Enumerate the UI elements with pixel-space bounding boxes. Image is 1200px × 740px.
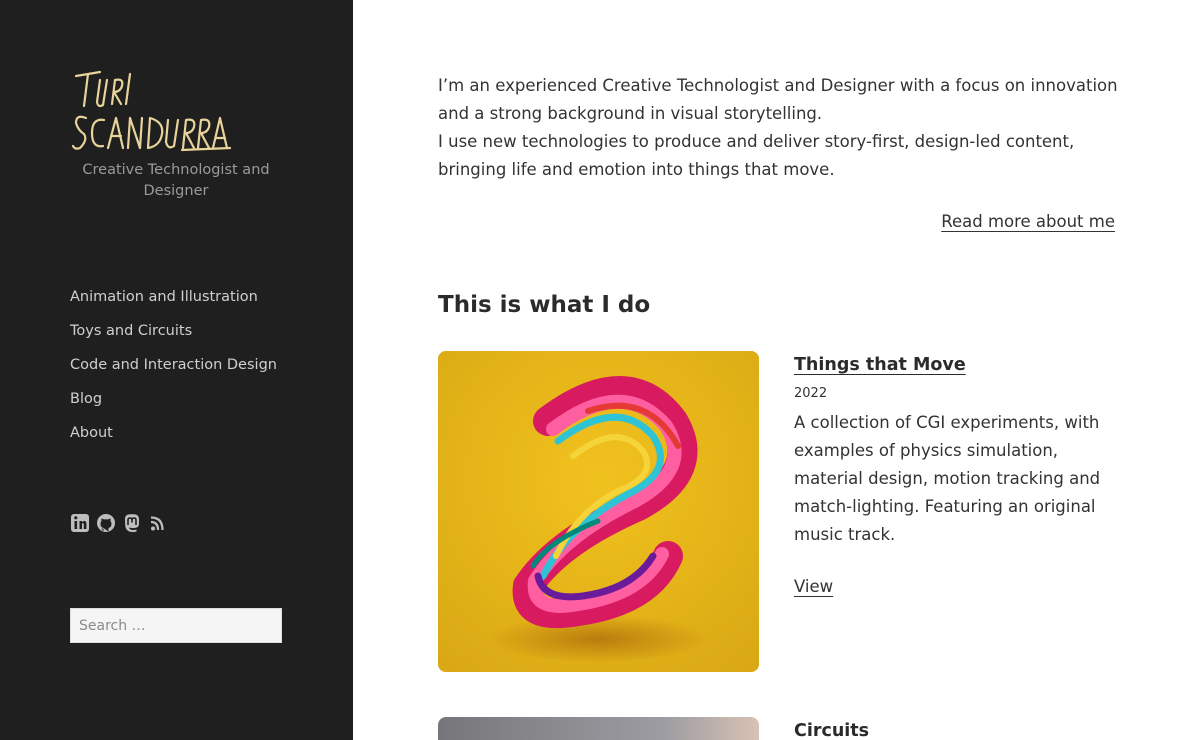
section-title: This is what I do [438,292,651,318]
project-title-link[interactable]: Circuits [794,718,869,740]
project-title-link[interactable]: Things that Move [794,352,966,378]
mastodon-icon[interactable] [122,512,142,534]
github-icon[interactable] [96,512,116,534]
project-year: 2022 [794,386,828,401]
main-nav: Animation and Illustration Toys and Circ… [70,280,277,450]
nav-item-code-interaction[interactable]: Code and Interaction Design [70,348,277,382]
search-input[interactable] [70,608,282,643]
logo-lettering [71,70,232,152]
site-logo[interactable] [70,68,235,158]
main-content: I’m an experienced Creative Technologist… [438,0,1118,740]
social-links [70,512,168,534]
nav-item-about[interactable]: About [70,416,277,450]
rss-icon[interactable] [148,512,168,534]
project-card-things-that-move: Things that Move 2022 A collection of CG… [794,352,1124,596]
linkedin-icon[interactable] [70,512,90,534]
project-description: A collection of CGI experiments, with ex… [794,413,1101,544]
intro-text: I’m an experienced Creative Technologist… [438,72,1118,184]
project-card-circuits: Circuits [794,718,1124,740]
project-view-link[interactable]: View [794,577,833,596]
site-tagline: Creative Technologist and Designer [82,162,270,199]
intro-paragraph-2: I use new technologies to produce and de… [438,132,1075,179]
intro-paragraph-1: I’m an experienced Creative Technologist… [438,76,1118,123]
project-image-things-that-move[interactable] [438,351,759,672]
nav-item-blog[interactable]: Blog [70,382,277,416]
nav-item-animation-illustration[interactable]: Animation and Illustration [70,280,277,314]
nav-item-toys-circuits[interactable]: Toys and Circuits [70,314,277,348]
project-image-circuits[interactable] [438,717,759,740]
sidebar: Creative Technologist and Designer Anima… [0,0,353,740]
read-more-link[interactable]: Read more about me [941,212,1115,231]
